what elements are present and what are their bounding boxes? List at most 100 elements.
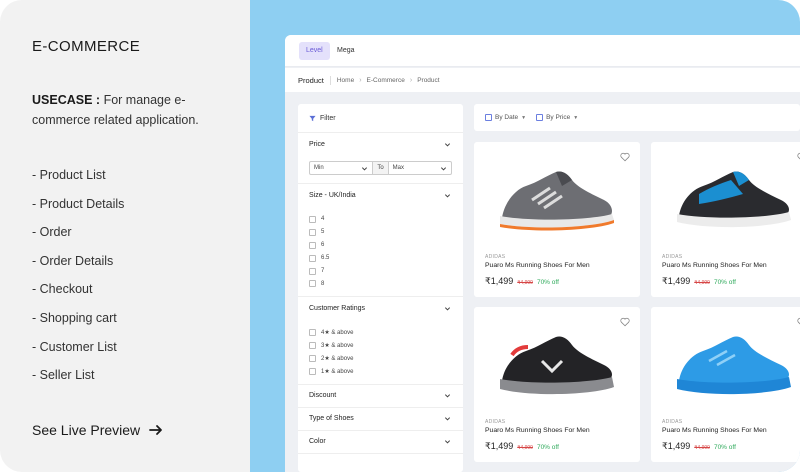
color-section-toggle[interactable]: Color xyxy=(298,431,463,453)
showcase-card: E-COMMERCE USECASE : For manage e-commer… xyxy=(0,0,800,472)
product-old-price: ₹4,999 xyxy=(517,445,533,451)
chevron-down-icon xyxy=(362,166,368,170)
heart-icon[interactable] xyxy=(620,317,630,327)
shoe-type-section-toggle[interactable]: Type of Shoes xyxy=(298,408,463,430)
checkbox[interactable] xyxy=(309,254,316,262)
app-preview: Level Mega Product Home › E-Commerce › P… xyxy=(285,35,800,472)
checkbox[interactable] xyxy=(309,228,316,236)
tab-mega[interactable]: Mega xyxy=(330,42,362,60)
feature-item: - Product Details xyxy=(32,196,125,211)
product-brand: ADIDAS xyxy=(662,419,683,425)
chevron-down-icon xyxy=(444,394,451,398)
product-price: ₹1,499 xyxy=(485,441,514,451)
product-card[interactable]: ADIDAS Puaro Ms Running Shoes For Men ₹1… xyxy=(474,142,640,297)
feature-item: - Order xyxy=(32,225,72,240)
filter-panel: Filter Price Min To Max Size - UK/India … xyxy=(298,104,463,472)
price-range: Min To Max xyxy=(309,161,452,175)
shoe-image xyxy=(677,171,791,228)
size-option[interactable]: 6 xyxy=(309,239,452,252)
checkbox[interactable] xyxy=(309,215,316,223)
price-section-toggle[interactable]: Price xyxy=(298,133,463,155)
product-name[interactable]: Puaro Ms Running Shoes For Men xyxy=(485,427,590,434)
feature-item: - Shopping cart xyxy=(32,310,117,325)
color-section: Color xyxy=(298,431,463,454)
live-preview-link[interactable]: See Live Preview xyxy=(32,422,164,438)
rating-option[interactable]: 1★ & above xyxy=(309,365,452,378)
product-card[interactable]: ADIDAS Puaro Ms Running Shoes For Men ₹1… xyxy=(474,307,640,462)
shoe-image xyxy=(500,171,614,231)
checkbox[interactable] xyxy=(309,367,316,375)
shoe-type-section: Type of Shoes xyxy=(298,408,463,431)
product-old-price: ₹4,999 xyxy=(517,280,533,286)
product-card[interactable]: ADIDAS Puaro Ms Running Shoes For Men ₹1… xyxy=(651,142,800,297)
chevron-down-icon xyxy=(444,307,451,311)
discount-section: Discount xyxy=(298,385,463,408)
chevron-down-icon xyxy=(440,166,447,170)
usecase-text: USECASE : For manage e-commerce related … xyxy=(32,90,232,130)
checkbox[interactable] xyxy=(309,329,316,337)
price-section: Price Min To Max xyxy=(298,133,463,184)
sort-by-price[interactable]: By Price ▼ xyxy=(536,114,578,121)
rating-options: 4★ & above 3★ & above 2★ & above 1★ & ab… xyxy=(298,319,463,384)
product-old-price: ₹4,999 xyxy=(694,280,710,286)
checkbox[interactable] xyxy=(309,267,316,275)
size-option[interactable]: 8 xyxy=(309,277,452,290)
size-section: Size - UK/India 4 5 6 6.5 7 8 xyxy=(298,184,463,298)
product-name[interactable]: Puaro Ms Running Shoes For Men xyxy=(662,427,767,434)
ratings-section: Customer Ratings 4★ & above 3★ & above 2… xyxy=(298,297,463,385)
chevron-down-icon xyxy=(444,440,451,444)
feature-item: - Checkout xyxy=(32,282,93,297)
sort-by-date[interactable]: By Date ▼ xyxy=(485,114,526,121)
rating-option[interactable]: 3★ & above xyxy=(309,339,452,352)
max-price-select[interactable]: Max xyxy=(389,162,451,174)
size-option[interactable]: 6.5 xyxy=(309,252,452,265)
rating-option[interactable]: 2★ & above xyxy=(309,352,452,365)
rating-label: 3★ & above xyxy=(321,343,354,350)
size-section-toggle[interactable]: Size - UK/India xyxy=(298,184,463,206)
ratings-section-title: Customer Ratings xyxy=(309,304,366,312)
size-label: 4 xyxy=(321,216,325,223)
breadcrumb-ecommerce[interactable]: E-Commerce xyxy=(367,77,405,84)
chevron-down-icon xyxy=(444,193,451,197)
product-brand: ADIDAS xyxy=(485,419,506,425)
product-brand: ADIDAS xyxy=(485,254,506,260)
filter-icon xyxy=(309,115,316,121)
product-discount: 70% off xyxy=(536,279,559,286)
checkbox[interactable] xyxy=(309,241,316,249)
breadcrumb: Product Home › E-Commerce › Product xyxy=(285,68,800,92)
product-card[interactable]: ADIDAS Puaro Ms Running Shoes For Men ₹1… xyxy=(651,307,800,462)
to-label: To xyxy=(372,162,389,174)
rating-option[interactable]: 4★ & above xyxy=(309,326,452,339)
ratings-section-toggle[interactable]: Customer Ratings xyxy=(298,297,463,319)
checkbox[interactable] xyxy=(309,342,316,350)
info-panel: E-COMMERCE USECASE : For manage e-commer… xyxy=(0,0,250,472)
feature-item: - Customer List xyxy=(32,339,117,354)
size-option[interactable]: 4 xyxy=(309,213,452,226)
chevron-right-icon: › xyxy=(409,76,413,84)
calendar-icon xyxy=(536,114,544,121)
product-name[interactable]: Puaro Ms Running Shoes For Men xyxy=(485,262,590,269)
tab-level[interactable]: Level xyxy=(299,42,330,60)
filter-label: Filter xyxy=(320,114,336,122)
size-option[interactable]: 5 xyxy=(309,226,452,239)
product-discount: 70% off xyxy=(713,444,736,451)
checkbox[interactable] xyxy=(309,280,316,288)
live-preview-label: See Live Preview xyxy=(32,422,141,438)
discount-section-toggle[interactable]: Discount xyxy=(298,385,463,407)
product-prices: ₹1,499 ₹4,999 70% off xyxy=(485,276,559,287)
product-name[interactable]: Puaro Ms Running Shoes For Men xyxy=(662,262,767,269)
breadcrumb-product: Product xyxy=(417,76,440,84)
size-option[interactable]: 7 xyxy=(309,265,452,278)
color-section-title: Color xyxy=(309,438,326,446)
heart-icon[interactable] xyxy=(620,152,630,162)
product-price: ₹1,499 xyxy=(662,276,691,286)
discount-section-title: Discount xyxy=(309,392,337,400)
checkbox[interactable] xyxy=(309,355,316,363)
size-label: 5 xyxy=(321,229,325,236)
rating-label: 4★ & above xyxy=(321,330,354,337)
caret-down-icon: ▼ xyxy=(573,114,579,121)
max-price-value: Max xyxy=(392,165,405,171)
min-price-select[interactable]: Min xyxy=(310,162,372,174)
breadcrumb-home[interactable]: Home xyxy=(337,77,354,84)
sort-bar: By Date ▼ By Price ▼ xyxy=(474,104,800,131)
